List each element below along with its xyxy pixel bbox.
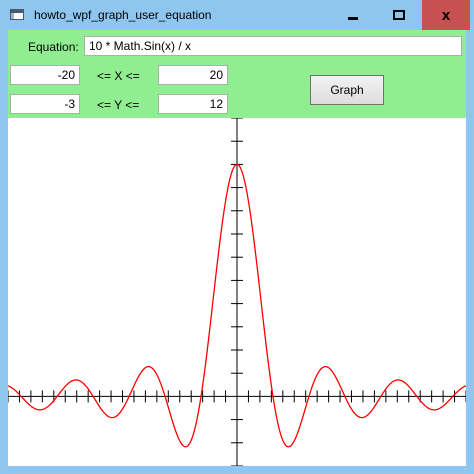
ymax-input[interactable] (158, 94, 228, 114)
xmin-input[interactable] (10, 65, 80, 85)
y-range-label: <= Y <= (97, 98, 140, 112)
client-area: Equation: <= X <= <= Y <= Graph (8, 30, 466, 466)
window-title: howto_wpf_graph_user_equation (34, 8, 212, 22)
window-app-icon[interactable] (10, 9, 24, 20)
maximize-button[interactable] (376, 0, 422, 30)
maximize-icon (393, 10, 405, 20)
graph-canvas (8, 118, 466, 466)
ymin-input[interactable] (10, 94, 80, 114)
title-bar[interactable]: howto_wpf_graph_user_equation x (0, 0, 474, 30)
close-icon: x (441, 6, 451, 24)
minimize-icon (348, 16, 358, 20)
graph-button[interactable]: Graph (310, 75, 384, 105)
close-button[interactable]: x (422, 0, 470, 30)
controls-panel: Equation: <= X <= <= Y <= Graph (8, 30, 466, 118)
app-window: howto_wpf_graph_user_equation x Equation… (0, 0, 474, 474)
equation-input[interactable] (84, 36, 462, 56)
minimize-button[interactable] (330, 0, 376, 30)
x-range-label: <= X <= (97, 69, 140, 83)
equation-label: Equation: (28, 40, 79, 54)
xmax-input[interactable] (158, 65, 228, 85)
